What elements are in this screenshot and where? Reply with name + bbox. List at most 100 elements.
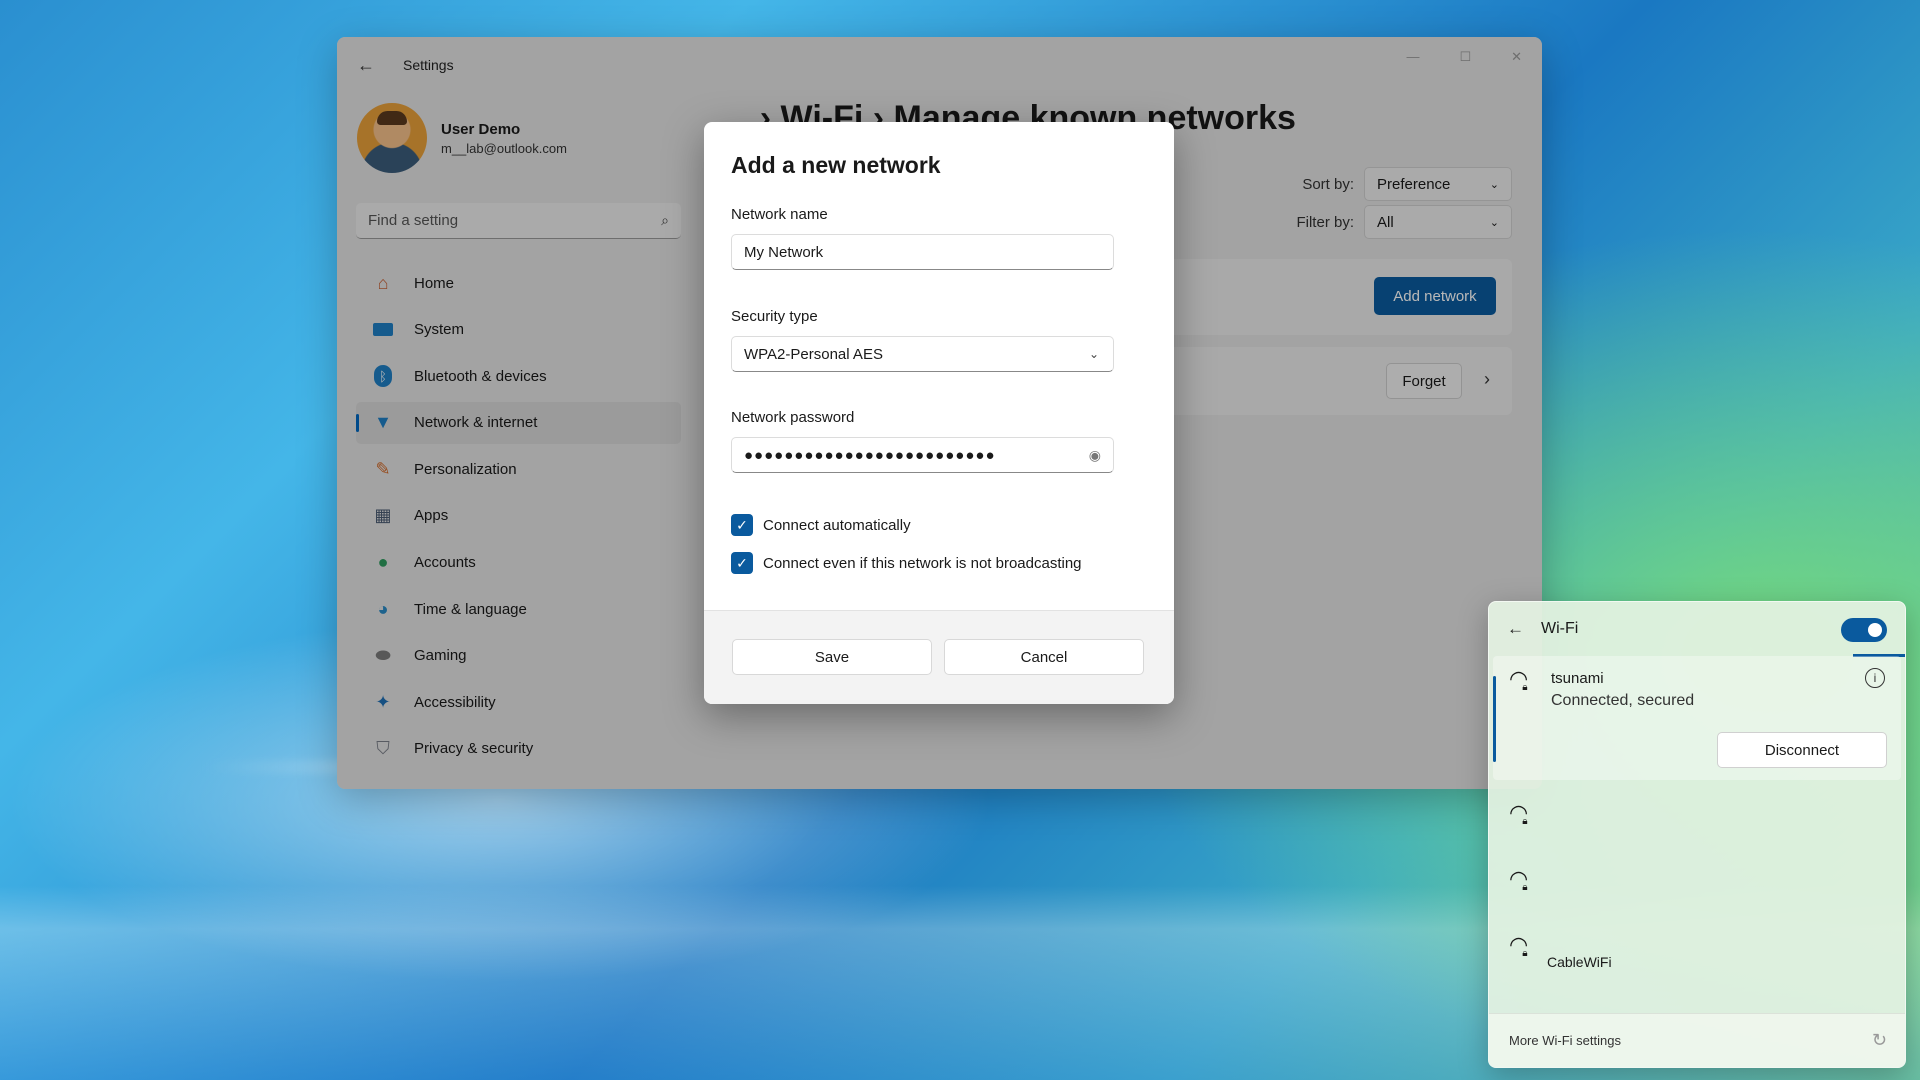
back-arrow-icon[interactable]: ← xyxy=(357,55,385,76)
network-list-item[interactable]: ◠🔒︎ xyxy=(1489,780,1905,846)
sidebar-item-label: Home xyxy=(414,274,455,292)
sidebar-item-label: Gaming xyxy=(414,647,467,665)
cancel-button[interactable]: Cancel xyxy=(944,639,1144,675)
info-icon[interactable]: i xyxy=(1865,668,1885,688)
accounts-icon: ● xyxy=(377,552,389,573)
profile-email: m__lab@outlook.com xyxy=(441,140,567,156)
network-list-item[interactable]: ◠🔒︎ CableWiFi xyxy=(1489,912,1905,978)
sidebar-item-label: Apps xyxy=(414,507,449,525)
search-icon: ⌕ xyxy=(661,212,669,228)
wifi-secured-icon: ◠🔒︎ xyxy=(1509,800,1529,827)
filter-by-label: Filter by: xyxy=(1296,213,1354,231)
sort-by-value: Preference xyxy=(1377,175,1451,193)
connect-hidden-row[interactable]: ✓ Connect even if this network is not br… xyxy=(731,552,1082,574)
network-name-field[interactable]: My Network xyxy=(731,234,1114,270)
dialog-title: Add a new network xyxy=(731,152,941,178)
network-name: tsunami xyxy=(1551,670,1604,687)
bluetooth-icon: ᛒ xyxy=(370,365,396,388)
sidebar-item-time-language[interactable]: ◕ Time & language xyxy=(356,588,681,630)
sidebar-item-label: Accounts xyxy=(414,554,476,572)
minimize-icon[interactable]: — xyxy=(1406,49,1419,65)
chevron-down-icon: ⌄ xyxy=(1088,347,1099,361)
filter-by-dropdown[interactable]: All ⌄ xyxy=(1364,205,1512,239)
flyout-title: Wi-Fi xyxy=(1541,620,1579,637)
network-password-label: Network password xyxy=(731,409,855,426)
network-list-item[interactable]: ◠🔒︎ xyxy=(1489,846,1905,912)
network-password-field[interactable]: ●●●●●●●●●●●●●●●●●●●●●●●●● ◉ xyxy=(731,437,1114,473)
maximize-icon[interactable]: ☐ xyxy=(1459,49,1471,65)
app-title: Settings xyxy=(403,57,454,73)
add-network-button[interactable]: Add network xyxy=(1374,277,1496,315)
sidebar-item-home[interactable]: ⌂ Home xyxy=(356,262,681,304)
accessibility-icon: ✦ xyxy=(375,691,391,712)
wifi-secured-icon: ◠🔒︎ xyxy=(1509,666,1529,693)
sidebar-item-accessibility[interactable]: ✦ Accessibility xyxy=(356,681,681,723)
chevron-down-icon: ⌄ xyxy=(1489,178,1499,191)
reveal-password-icon[interactable]: ◉ xyxy=(1089,447,1101,464)
sidebar-item-label: Accessibility xyxy=(414,693,496,711)
sidebar-item-label: Bluetooth & devices xyxy=(414,367,547,385)
password-value: ●●●●●●●●●●●●●●●●●●●●●●●●● xyxy=(744,446,996,464)
disconnect-button[interactable]: Disconnect xyxy=(1717,732,1887,768)
sidebar-item-label: Time & language xyxy=(414,600,527,618)
network-name-label: Network name xyxy=(731,206,828,223)
security-type-value: WPA2-Personal AES xyxy=(744,345,883,363)
checkmark-icon[interactable]: ✓ xyxy=(731,514,753,536)
home-icon: ⌂ xyxy=(377,272,389,293)
security-type-select[interactable]: WPA2-Personal AES ⌄ xyxy=(731,336,1114,372)
filter-row: Filter by: All ⌄ xyxy=(1296,205,1512,239)
chevron-down-icon: ⌄ xyxy=(1489,216,1499,229)
flyout-header: ← Wi-Fi xyxy=(1489,602,1905,657)
avatar xyxy=(357,103,427,173)
title-bar: ← Settings xyxy=(337,37,1542,93)
sidebar-item-label: Network & internet xyxy=(414,414,538,432)
filter-by-value: All xyxy=(1377,213,1394,231)
connect-automatically-label: Connect automatically xyxy=(763,516,911,534)
forget-button[interactable]: Forget xyxy=(1386,363,1462,399)
search-input[interactable]: Find a setting ⌕ xyxy=(356,203,681,239)
refresh-icon[interactable]: ↻ xyxy=(1872,1030,1887,1051)
connected-network[interactable]: ◠🔒︎ tsunami Connected, secured i Disconn… xyxy=(1493,656,1901,780)
wifi-flyout: ← Wi-Fi ◠🔒︎ tsunami Connected, secured i… xyxy=(1488,601,1906,1068)
network-name-value: My Network xyxy=(744,243,824,261)
apps-icon: ▦ xyxy=(374,505,392,526)
sidebar-item-label: System xyxy=(414,321,465,339)
network-icon: ▼ xyxy=(374,412,392,433)
checkmark-icon[interactable]: ✓ xyxy=(731,552,753,574)
sidebar-item-privacy[interactable]: ⛉ Privacy & security xyxy=(356,728,681,770)
network-name-partial: CableWiFi xyxy=(1547,954,1612,970)
security-type-label: Security type xyxy=(731,308,818,325)
gamepad-icon: ⬬ xyxy=(375,645,391,666)
close-icon[interactable]: ✕ xyxy=(1511,49,1522,65)
sidebar-nav: ⌂ Home System ᛒ Bluetooth & devices ▼ Ne… xyxy=(356,262,681,775)
user-profile[interactable]: User Demo m__lab@outlook.com xyxy=(357,103,567,173)
wifi-secured-icon: ◠🔒︎ xyxy=(1509,866,1529,893)
wifi-secured-icon: ◠🔒︎ xyxy=(1509,932,1529,959)
wifi-toggle[interactable] xyxy=(1841,618,1887,642)
window-controls: — ☐ ✕ xyxy=(1406,49,1522,65)
more-wifi-settings-link[interactable]: More Wi-Fi settings xyxy=(1509,1033,1621,1048)
sort-row: Sort by: Preference ⌄ xyxy=(1302,167,1512,201)
flyout-footer: More Wi-Fi settings ↻ xyxy=(1489,1013,1905,1067)
network-status: Connected, secured xyxy=(1551,692,1695,709)
connect-automatically-row[interactable]: ✓ Connect automatically xyxy=(731,514,911,536)
sidebar-item-bluetooth[interactable]: ᛒ Bluetooth & devices xyxy=(356,355,681,397)
connect-hidden-label: Connect even if this network is not broa… xyxy=(763,554,1082,572)
search-placeholder: Find a setting xyxy=(368,212,459,229)
save-button[interactable]: Save xyxy=(732,639,932,675)
brush-icon: ✎ xyxy=(375,458,391,479)
sidebar-item-apps[interactable]: ▦ Apps xyxy=(356,495,681,537)
sidebar-item-system[interactable]: System xyxy=(356,309,681,351)
sidebar-item-personalization[interactable]: ✎ Personalization xyxy=(356,448,681,490)
shield-icon: ⛉ xyxy=(376,738,390,759)
sidebar-item-gaming[interactable]: ⬬ Gaming xyxy=(356,635,681,677)
sort-by-label: Sort by: xyxy=(1302,175,1354,193)
sidebar-item-network[interactable]: ▼ Network & internet xyxy=(356,401,681,444)
sidebar-item-accounts[interactable]: ● Accounts xyxy=(356,542,681,584)
sidebar-item-label: Privacy & security xyxy=(414,740,534,758)
dialog-footer: Save Cancel xyxy=(704,610,1174,704)
globe-icon: ◕ xyxy=(377,598,389,619)
back-arrow-icon[interactable]: ← xyxy=(1507,619,1541,639)
sort-by-dropdown[interactable]: Preference ⌄ xyxy=(1364,167,1512,201)
chevron-right-icon[interactable]: › xyxy=(1484,369,1490,390)
